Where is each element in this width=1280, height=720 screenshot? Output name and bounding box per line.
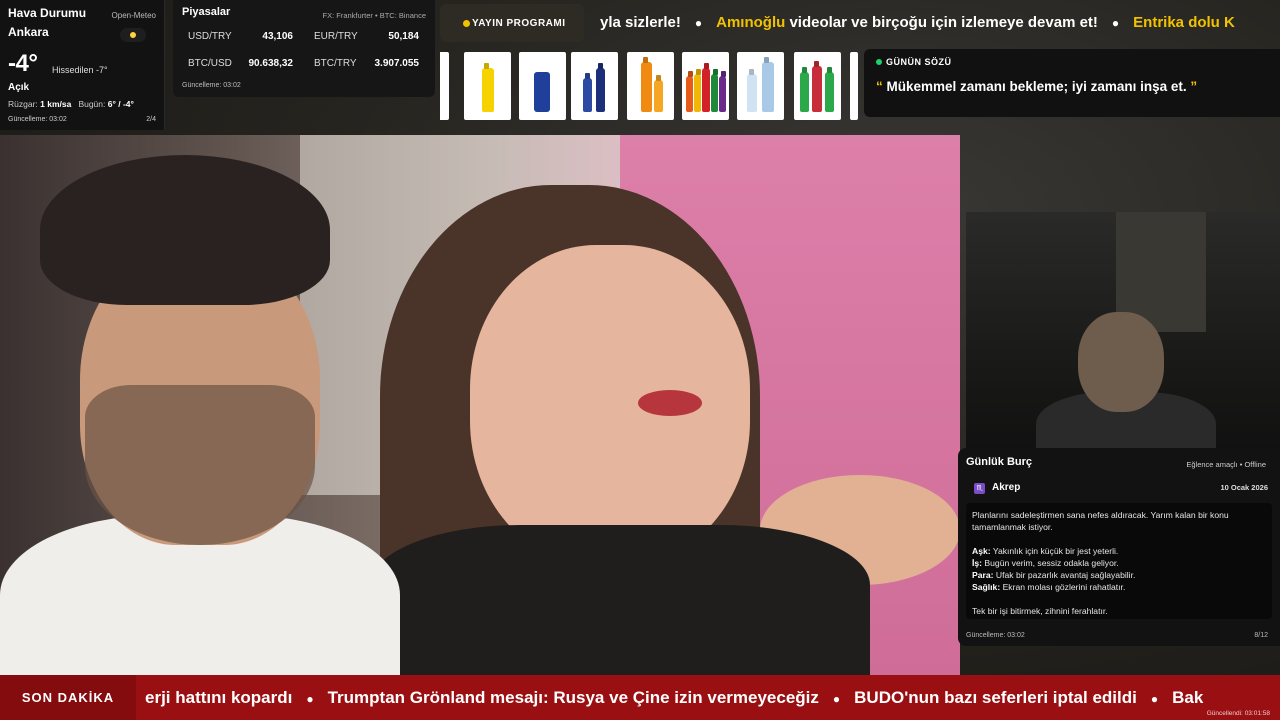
ticker-item: videolar ve birçoğu için izlemeye devam … <box>785 14 1098 31</box>
product-card <box>737 52 784 120</box>
today-value: 6° / -4° <box>107 99 134 109</box>
breaking-news-item: BUDO'nun bazı seferleri iptal edildi <box>854 688 1137 707</box>
sun-icon <box>120 28 146 42</box>
quote-close-mark: ” <box>1190 79 1198 94</box>
horoscope-content: Planlarını sadeleştirmen sana nefes aldı… <box>966 503 1272 619</box>
horoscope-intro: Planlarını sadeleştirmen sana nefes aldı… <box>972 510 1229 532</box>
ticker-separator: ● <box>1111 16 1120 30</box>
markets-source: FX: Frankfurter • BTC: Binance <box>322 11 427 20</box>
quote-label: GÜNÜN SÖZÜ <box>876 57 1268 67</box>
wind-value: 1 km/sa <box>40 99 72 109</box>
quote-widget: GÜNÜN SÖZÜ “ Mükemmel zamanı bekleme; iy… <box>864 49 1280 117</box>
horoscope-widget: Günlük Burç Eğlence amaçlı • Offline ♏ A… <box>958 448 1280 646</box>
horoscope-lines: Aşk: Yakınlık için küçük bir jest yeterl… <box>972 545 1266 593</box>
weather-condition: Açık <box>8 82 30 93</box>
ticker-separator: ● <box>694 16 703 30</box>
quote-open-mark: “ <box>876 79 883 94</box>
schedule-dot-icon <box>463 20 470 27</box>
weather-feels-like: Hissedilen -7° <box>52 65 108 75</box>
rate-btc-usd: BTC/USD 90.638,32 <box>188 58 293 69</box>
ticker-separator: ● <box>306 692 314 706</box>
product-card <box>464 52 511 120</box>
weather-wind-row: Rüzgar: 1 km/sa Bugün: 6° / -4° <box>8 99 134 109</box>
today-label: Bugün: <box>78 99 106 109</box>
horoscope-line-love: Aşk: Yakınlık için küçük bir jest yeterl… <box>972 546 1119 556</box>
top-ticker: yla sizlerle! ● Amınoğlu videolar ve birço… <box>590 4 1280 42</box>
stream-overlay: Hava Durumu Open-Meteo Ankara -4° Hissed… <box>0 0 1280 720</box>
weather-source: Open-Meteo <box>111 11 156 20</box>
product-card-partial <box>850 52 858 120</box>
product-card <box>794 52 841 120</box>
top-ticker-track: yla sizlerle! ● Amınoğlu videolar ve birço… <box>600 14 1235 31</box>
breaking-news-bar: SON DAKİKA erji hattını kopardı ● Trumptan… <box>0 675 1280 720</box>
horoscope-line-work: İş: Bugün verim, sessiz odakla geliyor. <box>972 558 1119 568</box>
quote-text: Mükemmel zamanı bekleme; iyi zamanı inşa… <box>886 79 1187 94</box>
quote-text-row: “ Mükemmel zamanı bekleme; iyi zamanı in… <box>876 79 1268 94</box>
breaking-news-item: Bak <box>1172 688 1204 707</box>
weather-updated: Güncelleme: 03:02 <box>8 116 67 123</box>
breaking-news-item: erji hattını kopardı <box>145 688 293 707</box>
rate-btc-try: BTC/TRY 3.907.055 <box>314 58 419 69</box>
ticker-separator: ● <box>1150 692 1159 706</box>
wind-label: Rüzgar: <box>8 99 38 109</box>
markets-updated: Güncelleme: 03:02 <box>182 82 241 89</box>
product-card <box>627 52 674 120</box>
horoscope-line-health: Sağlık: Ekran molası gözlerini rahatlatı… <box>972 582 1126 592</box>
breaking-news-updated: Güncellendi: 03:01:58 <box>1206 710 1270 717</box>
breaking-news-label: SON DAKİKA <box>0 675 136 720</box>
main-video <box>0 135 960 675</box>
markets-widget: Piyasalar FX: Frankfurter • BTC: Binance… <box>173 0 435 97</box>
schedule-label: YAYIN PROGRAMI <box>472 17 566 29</box>
product-card-partial <box>440 52 449 120</box>
rate-usd-try: USD/TRY 43,106 <box>188 31 293 42</box>
horoscope-line-money: Para: Ufak bir pazarlık avantaj sağlayab… <box>972 570 1136 580</box>
product-card <box>519 52 566 120</box>
product-card <box>571 52 618 120</box>
horoscope-sign: Akrep <box>992 482 1021 493</box>
horoscope-sign-row: ♏ Akrep 10 Ocak 2026 <box>970 481 1268 499</box>
breaking-news-item: Trumptan Grönland mesajı: Rusya ve Çine … <box>327 688 819 707</box>
weather-widget: Hava Durumu Open-Meteo Ankara -4° Hissed… <box>0 0 165 130</box>
scorpio-icon: ♏ <box>974 483 985 494</box>
horoscope-updated: Güncelleme: 03:02 <box>966 632 1025 639</box>
weather-page-indicator: 2/4 <box>146 116 156 123</box>
webcam-feed <box>966 212 1280 448</box>
horoscope-meta: Eğlence amaçlı • Offline <box>1186 460 1266 469</box>
ticker-item: Amınoğlu <box>716 14 786 31</box>
products-strip <box>440 49 858 123</box>
rate-eur-try: EUR/TRY 50,184 <box>314 31 419 42</box>
ticker-separator: ● <box>832 692 841 706</box>
weather-temperature: -4° <box>8 50 38 77</box>
product-card <box>682 52 729 120</box>
horoscope-advice: Tek bir işi bitirmek, zihnini ferahlatır… <box>972 606 1108 616</box>
horoscope-date: 10 Ocak 2026 <box>1220 483 1268 492</box>
ticker-item: Entrika dolu K <box>1133 14 1235 31</box>
breaking-news-track: erji hattını kopardı ● Trumptan Grönland m… <box>145 688 1203 708</box>
schedule-button[interactable]: YAYIN PROGRAMI <box>440 4 584 42</box>
horoscope-page-indicator: 8/12 <box>1254 632 1268 639</box>
ticker-item: yla sizlerle! <box>600 14 681 31</box>
